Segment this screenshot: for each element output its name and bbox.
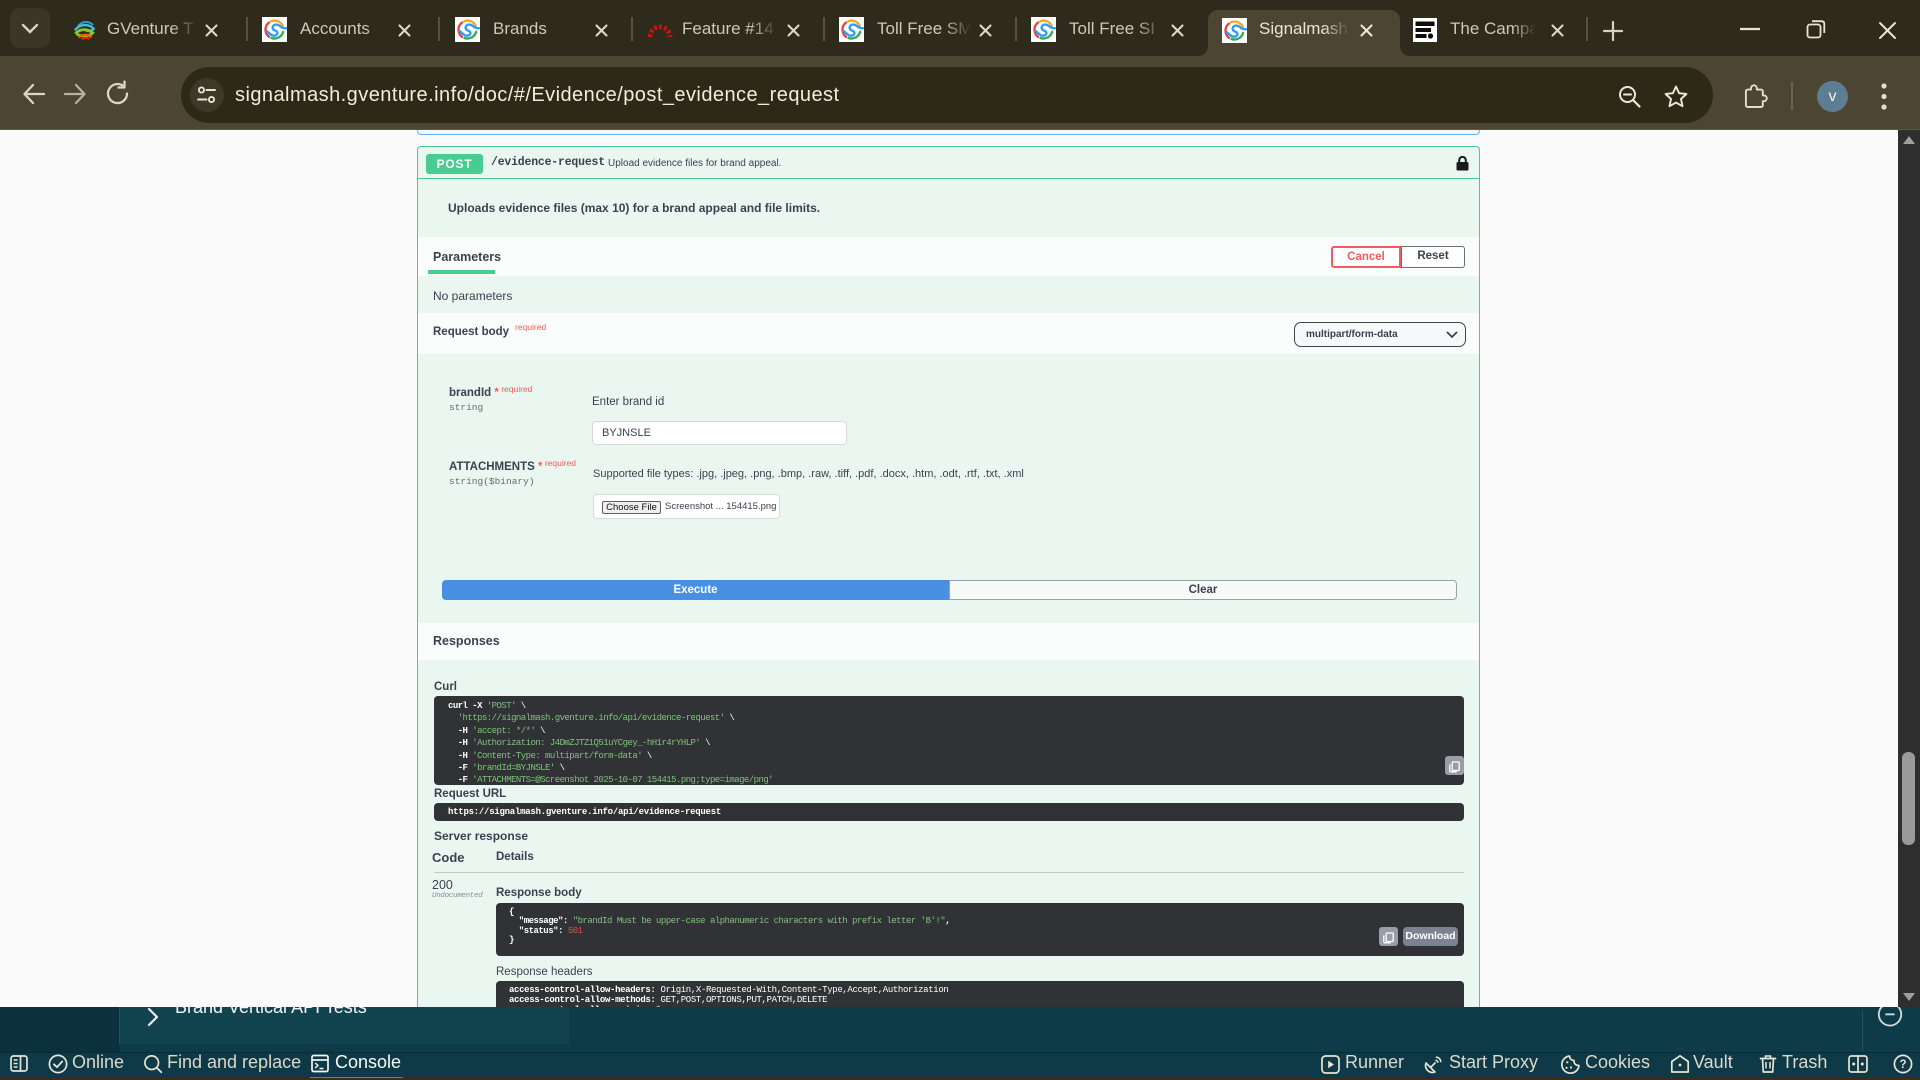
svg-text:?: ?: [1899, 1059, 1906, 1071]
